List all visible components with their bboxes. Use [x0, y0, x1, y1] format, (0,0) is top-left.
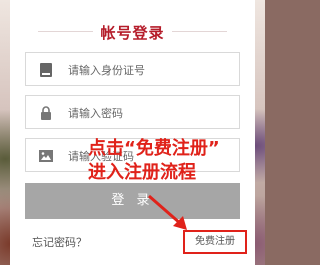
lock-icon — [41, 106, 51, 120]
id-number-placeholder: 请输入身份证号 — [68, 64, 145, 77]
password-placeholder: 请输入密码 — [68, 107, 123, 120]
forgot-password-link[interactable]: 忘记密码？ — [32, 234, 87, 250]
login-panel: 帐号登录 请输入身份证号 请输入密码 请输入验证码 登 录 忘记密码？ 免费注册 — [10, 0, 255, 265]
login-button[interactable]: 登 录 — [25, 183, 240, 219]
arrow-icon — [148, 194, 187, 230]
id-number-field[interactable]: 请输入身份证号 — [25, 52, 240, 86]
password-field[interactable]: 请输入密码 — [25, 95, 240, 129]
annotation-line-2: 进入注册流程 — [88, 162, 196, 183]
id-card-icon — [40, 63, 52, 77]
annotation-text: 点击“免费注册” 进入注册流程 — [88, 137, 220, 185]
annotation-line-1: 点击“免费注册” — [88, 138, 220, 159]
title-divider-right — [172, 31, 227, 32]
image-icon — [39, 150, 53, 162]
login-title: 帐号登录 — [100, 24, 165, 42]
